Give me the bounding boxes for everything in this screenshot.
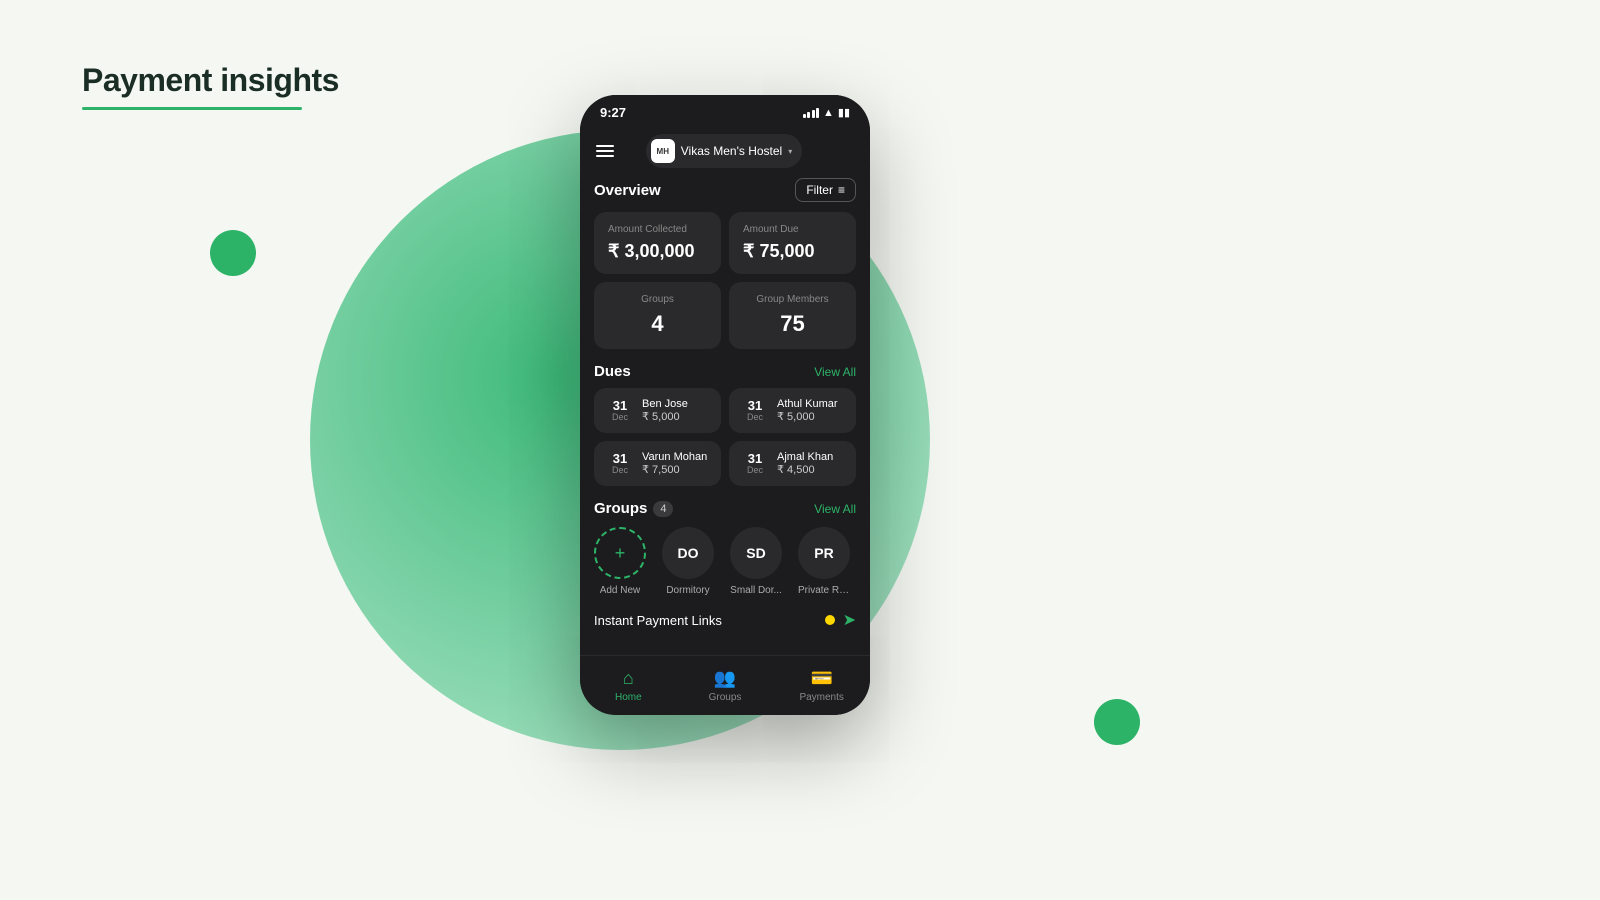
- groups-stats-grid: Groups 4 Group Members 75: [594, 282, 856, 349]
- group-item-small-dor[interactable]: SD Small Dor...: [730, 527, 782, 596]
- dues-header: Dues View All: [580, 363, 870, 380]
- battery-icon: ▮▮: [838, 106, 850, 119]
- payments-icon: 💳: [810, 668, 832, 689]
- payment-link-icons: ➤: [825, 610, 856, 630]
- due-date-athul-kumar: 31 Dec: [741, 399, 769, 422]
- private-room-avatar: PR: [798, 527, 850, 579]
- groups-count-value: 4: [608, 311, 707, 337]
- group-item-dormitory[interactable]: DO Dormitory: [662, 527, 714, 596]
- group-members-card: Group Members 75: [729, 282, 856, 349]
- app-header: MH Vikas Men's Hostel ▾: [580, 126, 870, 178]
- stats-grid: Amount Collected ₹ 3,00,000 Amount Due ₹…: [594, 212, 856, 274]
- groups-section-header: Groups 4 View All: [580, 500, 870, 517]
- page-title: Payment insights: [82, 62, 339, 99]
- decorative-dot-left: [210, 230, 256, 276]
- app-content[interactable]: Overview Filter ≡ Amount Collected ₹ 3,0…: [580, 178, 870, 698]
- overview-section: Overview Filter ≡ Amount Collected ₹ 3,0…: [580, 178, 870, 349]
- group-item-private-room[interactable]: PR Private Roo...: [798, 527, 850, 596]
- amount-collected-value: ₹ 3,00,000: [608, 241, 707, 262]
- yellow-dot-icon: [825, 615, 835, 625]
- signal-icon: [803, 108, 820, 118]
- hostel-logo: MH: [651, 139, 675, 163]
- page-title-area: Payment insights: [82, 62, 339, 110]
- groups-count-badge: 4: [653, 501, 673, 517]
- groups-icon: 👥: [714, 668, 736, 689]
- groups-list: + Add New DO Dormitory SD Small Dor... P…: [580, 527, 870, 596]
- due-item-athul-kumar[interactable]: 31 Dec Athul Kumar ₹ 5,000: [729, 388, 856, 433]
- due-date-ajmal-khan: 31 Dec: [741, 452, 769, 475]
- dues-view-all[interactable]: View All: [814, 365, 856, 379]
- send-icon[interactable]: ➤: [843, 610, 856, 630]
- amount-due-card: Amount Due ₹ 75,000: [729, 212, 856, 274]
- group-members-label: Group Members: [743, 294, 842, 305]
- overview-label: Overview: [594, 182, 661, 199]
- amount-due-value: ₹ 75,000: [743, 241, 842, 262]
- add-new-label: Add New: [600, 585, 641, 596]
- add-new-avatar: +: [594, 527, 646, 579]
- dormitory-avatar: DO: [662, 527, 714, 579]
- filter-label: Filter: [806, 183, 833, 197]
- payment-links-section: Instant Payment Links ➤: [580, 610, 870, 630]
- decorative-dot-right: [1094, 699, 1140, 745]
- status-bar: 9:27 ▲ ▮▮: [580, 95, 870, 126]
- add-new-group-item[interactable]: + Add New: [594, 527, 646, 596]
- overview-header: Overview Filter ≡: [594, 178, 856, 202]
- small-dor-avatar: SD: [730, 527, 782, 579]
- phone-screen: 9:27 ▲ ▮▮ MH Vikas Men's Hos: [580, 95, 870, 715]
- payments-nav-label: Payments: [799, 692, 843, 703]
- nav-item-home[interactable]: ⌂ Home: [580, 668, 677, 703]
- bottom-nav: ⌂ Home 👥 Groups 💳 Payments: [580, 655, 870, 715]
- plus-icon: +: [615, 543, 626, 564]
- nav-item-payments[interactable]: 💳 Payments: [773, 668, 870, 703]
- groups-count-label: Groups: [608, 294, 707, 305]
- filter-button[interactable]: Filter ≡: [795, 178, 856, 202]
- due-item-ajmal-khan[interactable]: 31 Dec Ajmal Khan ₹ 4,500: [729, 441, 856, 486]
- groups-section-label: Groups: [594, 500, 647, 517]
- due-item-varun-mohan[interactable]: 31 Dec Varun Mohan ₹ 7,500: [594, 441, 721, 486]
- due-date-ben-jose: 31 Dec: [606, 399, 634, 422]
- small-dor-label: Small Dor...: [730, 585, 782, 596]
- title-underline: [82, 107, 302, 110]
- groups-nav-label: Groups: [709, 692, 742, 703]
- amount-due-label: Amount Due: [743, 224, 842, 235]
- wifi-icon: ▲: [823, 107, 834, 119]
- groups-view-all[interactable]: View All: [814, 502, 856, 516]
- payment-links-label: Instant Payment Links: [594, 613, 722, 628]
- groups-count-card: Groups 4: [594, 282, 721, 349]
- chevron-down-icon: ▾: [788, 147, 792, 156]
- menu-button[interactable]: [596, 145, 614, 157]
- nav-item-groups[interactable]: 👥 Groups: [677, 668, 774, 703]
- home-icon: ⌂: [623, 668, 634, 689]
- due-date-varun-mohan: 31 Dec: [606, 452, 634, 475]
- due-item-ben-jose[interactable]: 31 Dec Ben Jose ₹ 5,000: [594, 388, 721, 433]
- amount-collected-card: Amount Collected ₹ 3,00,000: [594, 212, 721, 274]
- hostel-name: Vikas Men's Hostel: [681, 144, 782, 158]
- dues-grid: 31 Dec Ben Jose ₹ 5,000 31 Dec Athul Kum…: [580, 388, 870, 486]
- group-members-value: 75: [743, 311, 842, 337]
- private-room-label: Private Roo...: [798, 585, 850, 596]
- hostel-selector[interactable]: MH Vikas Men's Hostel ▾: [646, 134, 802, 168]
- groups-label-area: Groups 4: [594, 500, 673, 517]
- amount-collected-label: Amount Collected: [608, 224, 707, 235]
- dormitory-label: Dormitory: [666, 585, 709, 596]
- home-label: Home: [615, 692, 642, 703]
- phone-mockup: 9:27 ▲ ▮▮ MH Vikas Men's Hos: [580, 95, 870, 715]
- status-time: 9:27: [600, 105, 626, 120]
- status-icons: ▲ ▮▮: [803, 106, 851, 119]
- dues-label: Dues: [594, 363, 631, 380]
- filter-icon: ≡: [838, 183, 845, 197]
